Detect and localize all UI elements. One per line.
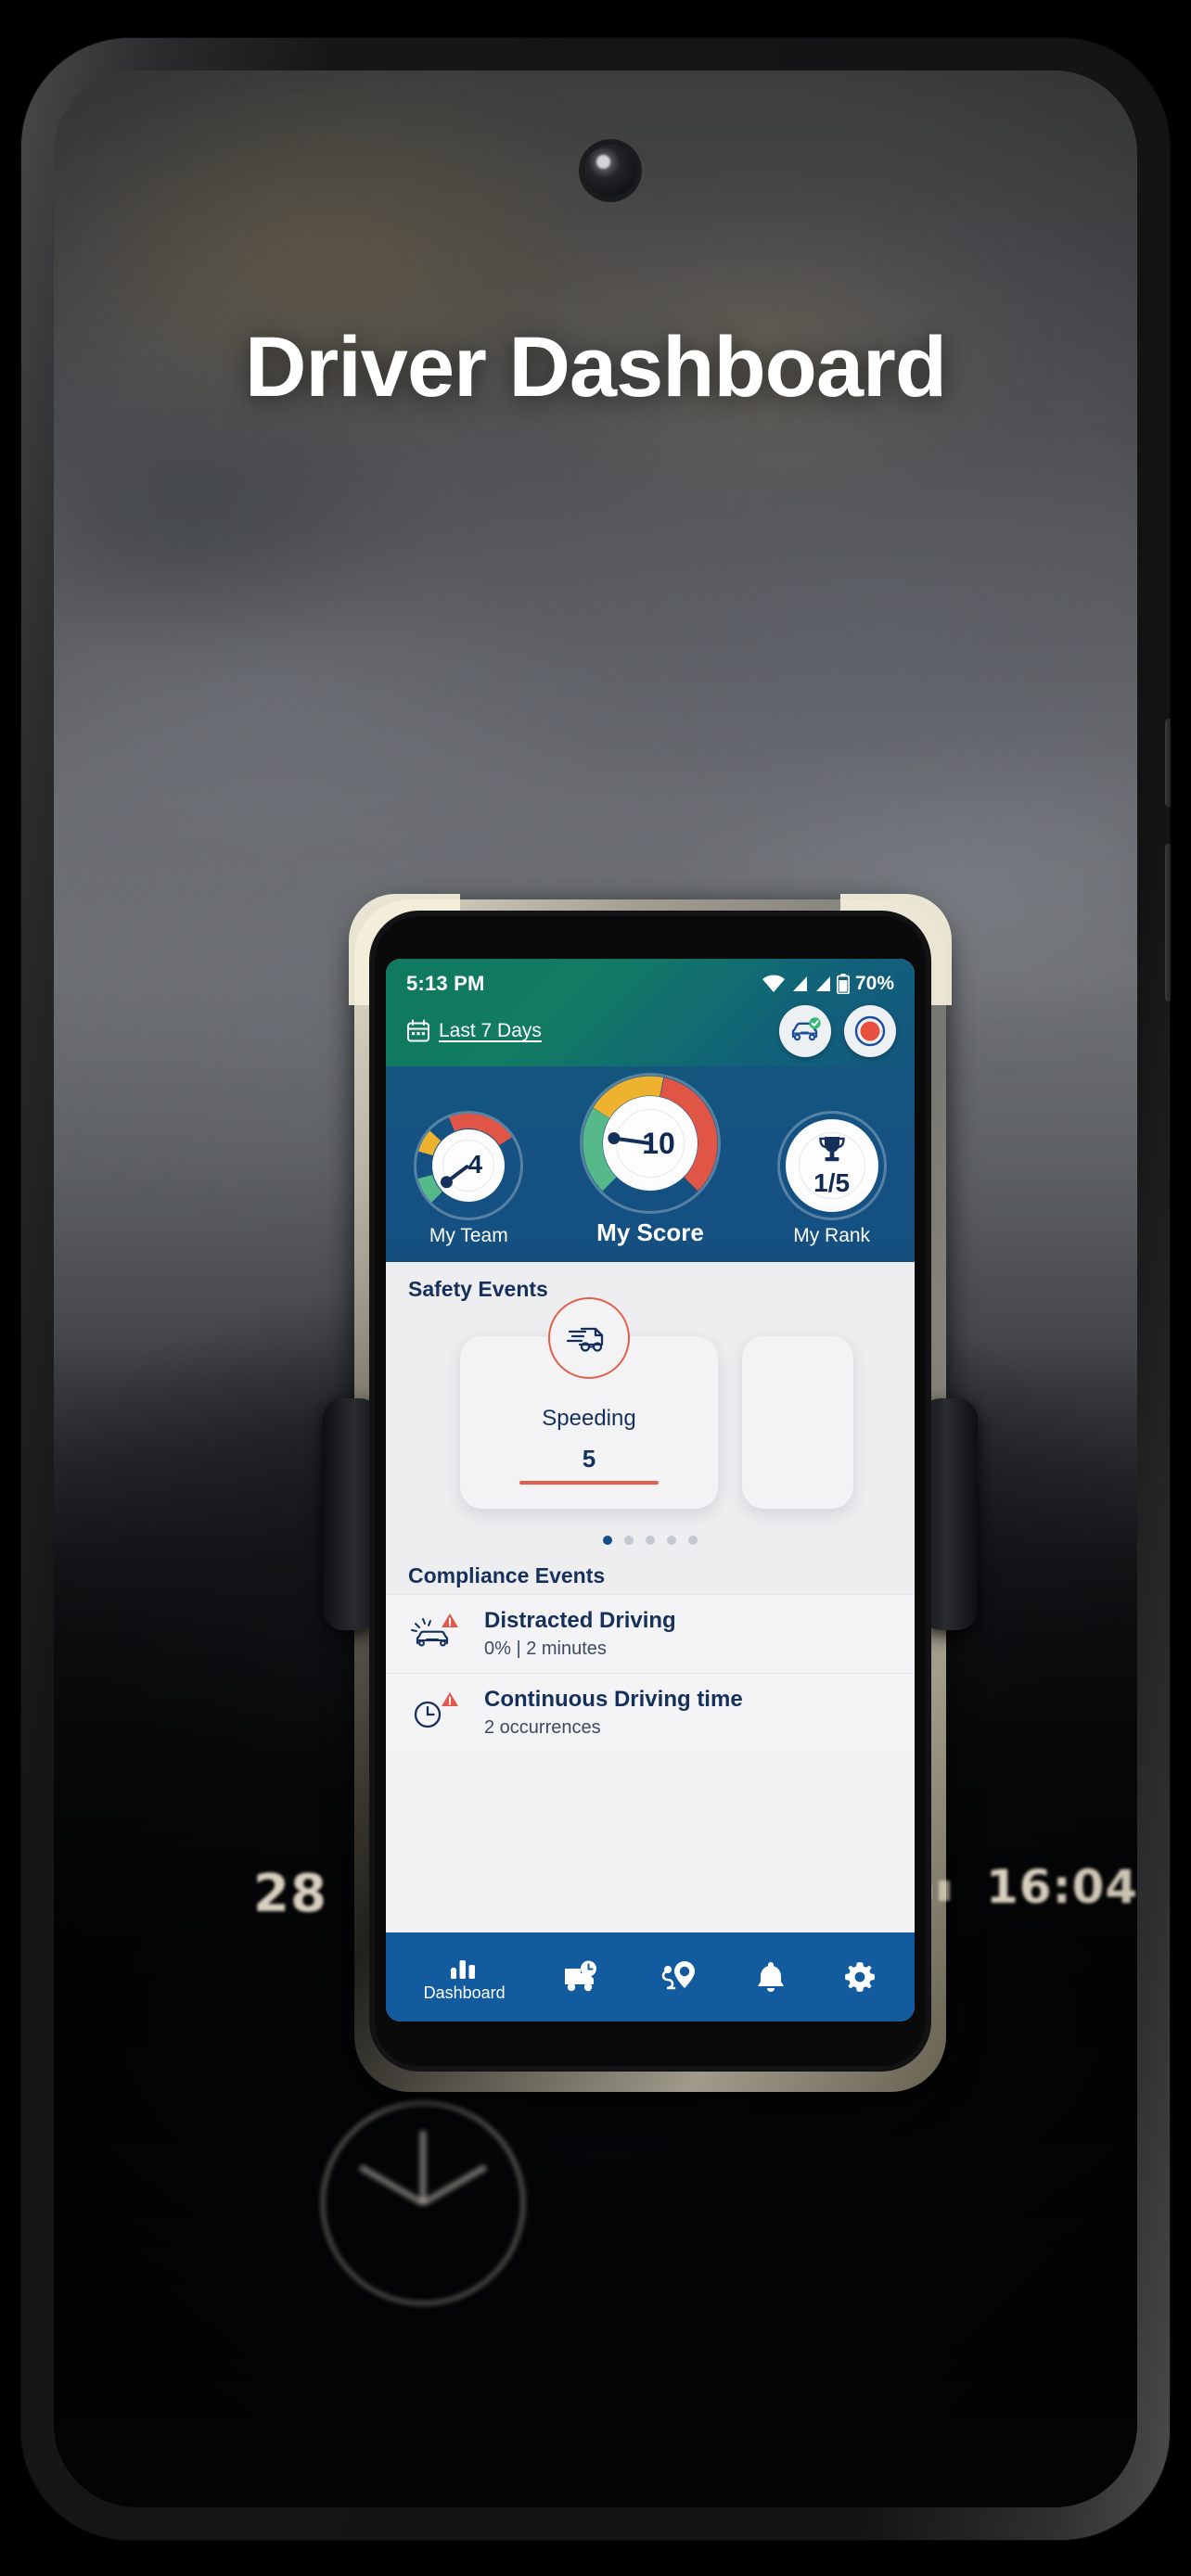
outer-device-frame: 28 16:04 Driver Dashboard xyxy=(20,37,1171,2541)
trophy-icon xyxy=(814,1133,850,1167)
carousel-dots[interactable] xyxy=(386,1524,915,1547)
compliance-events-section: Compliance Events Distracted Driving 0% … xyxy=(386,1550,915,1752)
carousel-dot[interactable] xyxy=(624,1536,634,1545)
gauges-band: 4 My Team 10 My Score 1/5 My Rank xyxy=(386,1066,915,1262)
compliance-events-title: Compliance Events xyxy=(408,1563,606,1588)
status-bar-battery-text: 70% xyxy=(854,973,894,994)
nav-item-label: Dashboard xyxy=(423,1983,506,2002)
bar-chart-icon xyxy=(449,1952,480,1980)
compliance-row-continuous-driving[interactable]: Continuous Driving time 2 occurrences xyxy=(386,1673,915,1752)
calendar-icon xyxy=(406,1019,430,1043)
safety-card-name: Speeding xyxy=(542,1406,636,1431)
gauge-value: 4 xyxy=(467,1150,483,1179)
date-filter-label: Last 7 Days xyxy=(439,1020,542,1041)
compliance-row-subtitle: 0% | 2 minutes xyxy=(484,1639,607,1659)
page-title: Driver Dashboard xyxy=(244,320,947,414)
phone-holder-arm-left xyxy=(323,1398,380,1630)
gauge-my-rank[interactable]: 1/5 My Rank xyxy=(780,1114,884,1247)
signal-bars-icon xyxy=(813,975,832,993)
status-bar-time: 5:13 PM xyxy=(406,972,485,995)
carousel-dot[interactable] xyxy=(688,1536,698,1545)
app-header: 5:13 PM 70% Last 7 Days xyxy=(386,959,915,1066)
clock-warning-icon xyxy=(408,1687,466,1739)
nav-item-alerts[interactable] xyxy=(755,1959,787,1995)
device-volume-button[interactable] xyxy=(1165,719,1171,807)
gauge-my-team[interactable]: 4 My Team xyxy=(416,1114,521,1247)
gear-icon xyxy=(843,1960,877,1994)
compliance-row-title: Continuous Driving time xyxy=(484,1687,743,1712)
gauge-my-score[interactable]: 10 My Score xyxy=(583,1076,718,1247)
safety-card-underline xyxy=(519,1481,659,1485)
phone-body: 5:13 PM 70% Last 7 Days 4 My Team 10 My … xyxy=(375,916,926,2066)
carousel-dot[interactable] xyxy=(646,1536,655,1545)
device-power-button[interactable] xyxy=(1165,844,1171,1001)
photo-background: 28 16:04 Driver Dashboard xyxy=(54,70,1137,2507)
compliance-row-text: Distracted Driving 0% | 2 minutes xyxy=(484,1608,676,1660)
record-button[interactable] xyxy=(844,1005,896,1057)
header-actions xyxy=(779,1005,896,1057)
compliance-row-subtitle: 2 occurrences xyxy=(484,1717,601,1738)
date-filter-button[interactable]: Last 7 Days xyxy=(406,1019,542,1043)
gauge-label: My Rank xyxy=(793,1225,871,1246)
truck-clock-icon xyxy=(562,1959,603,1995)
carousel-dot[interactable] xyxy=(603,1536,612,1545)
safety-events-title: Safety Events xyxy=(408,1277,548,1301)
nav-item-locations[interactable] xyxy=(660,1959,698,1995)
nav-item-dashboard[interactable]: Dashboard xyxy=(424,1952,506,2003)
safety-card-next[interactable] xyxy=(742,1336,853,1509)
compliance-row-text: Continuous Driving time 2 occurrences xyxy=(484,1687,743,1739)
signal-bars-icon xyxy=(790,975,809,993)
speeding-truck-icon xyxy=(548,1297,630,1379)
nav-item-trips[interactable] xyxy=(562,1959,603,1995)
carousel-dot[interactable] xyxy=(667,1536,676,1545)
safety-card-value: 5 xyxy=(582,1445,596,1473)
gauge-face: 1/5 xyxy=(785,1119,878,1212)
app-screen: 5:13 PM 70% Last 7 Days 4 My Team 10 My … xyxy=(386,959,915,2021)
wifi-icon xyxy=(762,975,786,993)
bottom-navigation: Dashboard xyxy=(386,1932,915,2021)
in-car-phone: 5:13 PM 70% Last 7 Days 4 My Team 10 My … xyxy=(323,894,978,2092)
gauge-label: My Team xyxy=(429,1225,508,1246)
safety-events-carousel[interactable]: Speeding 5 xyxy=(386,1297,915,1524)
battery-icon xyxy=(836,974,850,994)
phone-holder-arm-right xyxy=(920,1398,978,1630)
route-pin-icon xyxy=(660,1959,698,1995)
compliance-row-distracted-driving[interactable]: Distracted Driving 0% | 2 minutes xyxy=(386,1594,915,1673)
front-camera-icon xyxy=(584,145,636,197)
car-check-icon-button[interactable] xyxy=(779,1005,831,1057)
status-bar: 5:13 PM 70% xyxy=(386,959,915,1000)
app-header-row: Last 7 Days xyxy=(386,1000,915,1061)
distracted-driving-icon xyxy=(408,1608,466,1660)
safety-events-section: Safety Events Speeding 5 xyxy=(386,1262,915,1550)
nav-item-settings[interactable] xyxy=(843,1960,877,1994)
gauge-label: My Score xyxy=(596,1218,704,1246)
bell-icon xyxy=(755,1959,787,1995)
status-bar-icons: 70% xyxy=(762,973,894,995)
gauge-value: 1/5 xyxy=(813,1168,851,1197)
safety-card-speeding[interactable]: Speeding 5 xyxy=(460,1297,718,1509)
compliance-row-title: Distracted Driving xyxy=(484,1608,676,1633)
